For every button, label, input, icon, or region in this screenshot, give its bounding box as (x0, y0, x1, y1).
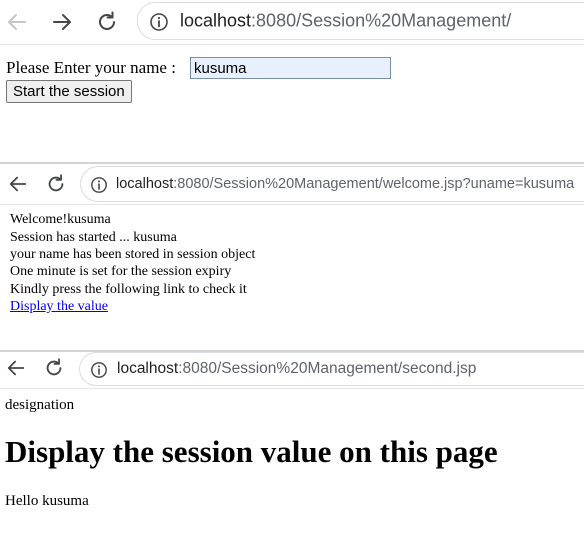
greeting-text: Hello kusuma (5, 493, 89, 509)
name-stored-line: your name has been stored in session obj… (10, 247, 256, 262)
browser-window-3: localhost:8080/Session%20Management/seco… (0, 352, 584, 551)
display-value-link[interactable]: Display the value (10, 298, 108, 316)
welcome-line: Welcome!kusuma (10, 212, 111, 227)
expiry-line: One minute is set for the session expiry (10, 264, 232, 279)
browser-window-2: localhost:8080/Session%20Management/welc… (0, 164, 584, 350)
browser-window-1: localhost:8080/Session%20Management/ Ple… (0, 0, 584, 162)
session-started-line: Session has started ... kusuma (10, 230, 177, 245)
start-session-button[interactable]: Start the session (6, 80, 132, 103)
name-input[interactable] (190, 57, 391, 79)
instruction-line: Kindly press the following link to check… (10, 282, 247, 297)
page-content-2: Welcome!kusuma Session has started ... k… (0, 164, 584, 350)
page-heading: Display the session value on this page (5, 434, 498, 469)
name-label: Please Enter your name : (6, 58, 176, 77)
page-content-3: designation Display the session value on… (0, 352, 584, 551)
page-content-1: Please Enter your name : Start the sessi… (0, 0, 584, 162)
designation-text: designation (5, 397, 75, 413)
